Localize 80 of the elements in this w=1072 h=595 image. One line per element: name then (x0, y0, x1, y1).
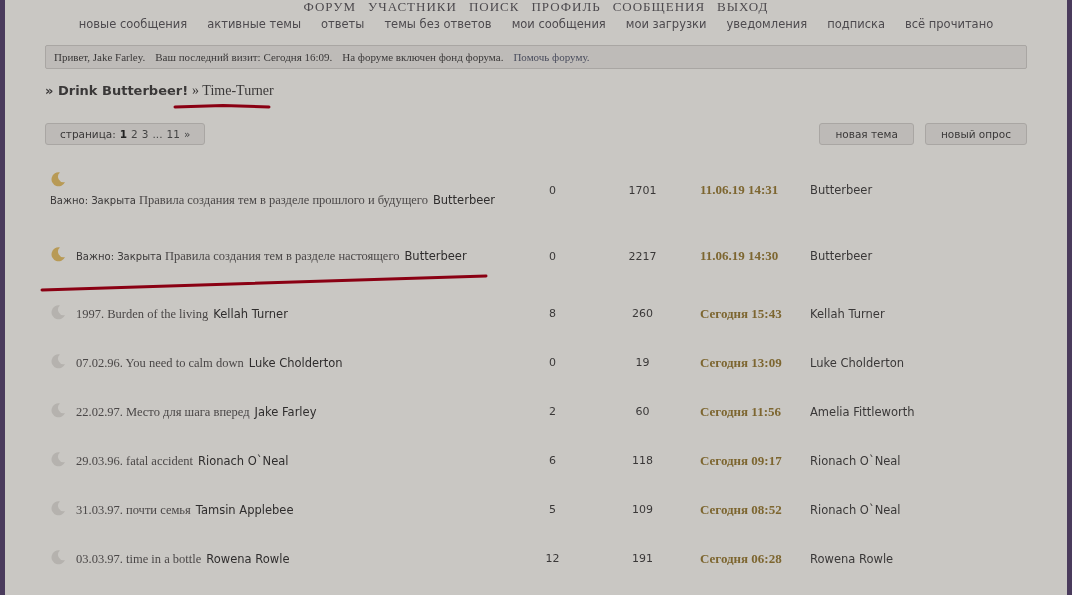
fund-text: На форуме включен фонд форума. (342, 51, 504, 63)
last-post-date[interactable]: 11.06.19 14:31 (700, 182, 800, 198)
menu-link[interactable]: темы без ответов (384, 17, 492, 31)
topic-title[interactable]: 03.03.97. time in a bottle (76, 551, 202, 566)
topic-title[interactable]: 22.02.97. Место для шага вперед (76, 404, 250, 419)
last-post-date[interactable]: Сегодня 11:56 (700, 403, 800, 420)
menu-link[interactable]: ответы (321, 17, 365, 31)
views-count: 191 (631, 552, 654, 565)
last-post-author[interactable]: Rowena Rowle (810, 551, 1027, 566)
topic-title[interactable]: 1997. Burden of the living (76, 306, 209, 321)
replies-count: 6 (548, 454, 557, 467)
topic-author[interactable]: Butterbeer (404, 249, 467, 263)
page-link[interactable]: 1 (119, 128, 128, 140)
topic-button[interactable]: новый опрос (924, 123, 1027, 145)
main-menu-link[interactable]: ВЫХОД (717, 0, 769, 14)
menu-link[interactable]: всё прочитано (904, 17, 994, 31)
menu-link[interactable]: мои сообщения (511, 17, 606, 31)
last-post-date[interactable]: Сегодня 06:28 (700, 550, 800, 567)
topic-title[interactable]: 07.02.96. You need to calm down (76, 355, 244, 370)
replies-count: 5 (548, 503, 557, 516)
last-post-date[interactable]: Сегодня 08:52 (700, 501, 800, 518)
help-link[interactable]: Помочь форуму. (513, 51, 590, 63)
topic-author[interactable]: Rowena Rowle (206, 551, 290, 566)
last-post-date[interactable]: Сегодня 13:09 (700, 354, 800, 371)
topic-title[interactable]: 29.03.96. fatal accident (76, 453, 193, 468)
menu-link[interactable]: активные темы (207, 17, 301, 31)
views-count: 1701 (627, 183, 658, 197)
last-post-date[interactable]: Сегодня 15:43 (700, 305, 800, 322)
replies-count: 0 (548, 356, 557, 369)
last-post-date[interactable]: Сегодня 09:17 (700, 452, 800, 469)
views-count: 2217 (627, 249, 658, 263)
views-count: 260 (631, 307, 654, 320)
topic-title[interactable]: Правила создания тем в разделе прошлого и будущего (139, 192, 428, 207)
views-count: 118 (631, 454, 654, 467)
topic-author[interactable]: Luke Cholderton (248, 355, 343, 370)
last-post-date[interactable]: 11.06.19 14:30 (700, 248, 800, 264)
topic-title[interactable]: Правила создания тем в разделе настоящего (165, 249, 400, 263)
menu-link[interactable]: уведомления (726, 17, 808, 31)
breadcrumb-link[interactable]: » Drink Butterbeer! (45, 83, 189, 98)
last-visit-text: Ваш последний визит: Сегодня 16:09. (155, 51, 333, 63)
page-link[interactable]: 3 (141, 128, 149, 140)
main-menu-link[interactable]: СООБЩЕНИЯ (612, 0, 706, 14)
page-label: страница: (60, 128, 116, 140)
topic-title[interactable]: 31.03.97. почти семья (76, 502, 191, 517)
last-post-author[interactable]: Rionach O`Neal (810, 453, 1027, 468)
last-post-author[interactable]: Luke Cholderton (810, 355, 1027, 370)
breadcrumb-current[interactable]: » Time-Turner (192, 83, 274, 99)
main-menu-link[interactable]: ФОРУМ (303, 0, 357, 14)
main-menu-link[interactable]: УЧАСТНИКИ (368, 0, 457, 14)
views-count: 19 (634, 356, 651, 369)
topic-author[interactable]: Kellah Turner (213, 306, 288, 321)
topic-author[interactable]: Butterbeer (432, 192, 496, 207)
topic-prefix: Важно: Закрыта (50, 194, 136, 206)
menu-link[interactable]: новые сообщения (78, 17, 188, 31)
last-post-author[interactable]: Butterbeer (810, 183, 1027, 197)
page-link[interactable]: 11 (166, 128, 180, 140)
replies-count: 0 (548, 183, 557, 197)
last-post-author[interactable]: Amelia Fittleworth (810, 404, 1027, 419)
replies-count: 12 (544, 552, 561, 565)
replies-count: 2 (548, 405, 557, 418)
views-count: 109 (631, 503, 654, 516)
menu-link[interactable]: подписка (827, 17, 885, 31)
page-link[interactable]: ... (152, 128, 163, 140)
page-link[interactable]: » (183, 128, 191, 140)
replies-count: 8 (548, 307, 557, 320)
topic-author[interactable]: Rionach O`Neal (197, 453, 289, 468)
page-link[interactable]: 2 (131, 128, 138, 140)
topic-button[interactable]: новая тема (819, 123, 914, 145)
views-count: 60 (634, 405, 651, 418)
topic-author[interactable]: Tamsin Applebee (195, 502, 294, 517)
greeting-text: Привет, Jake Farley. (54, 51, 146, 63)
replies-count: 0 (548, 249, 557, 263)
topic-prefix: Важно: Закрыта (76, 251, 162, 262)
topic-author[interactable]: Jake Farley (254, 404, 317, 419)
main-menu-link[interactable]: ПРОФИЛЬ (531, 0, 601, 14)
last-post-author[interactable]: Rionach O`Neal (810, 502, 1027, 517)
last-post-author[interactable]: Kellah Turner (810, 306, 1027, 321)
menu-link[interactable]: мои загрузки (625, 17, 707, 31)
last-post-author[interactable]: Butterbeer (810, 249, 1027, 263)
main-menu-link[interactable]: ПОИСК (468, 0, 520, 14)
